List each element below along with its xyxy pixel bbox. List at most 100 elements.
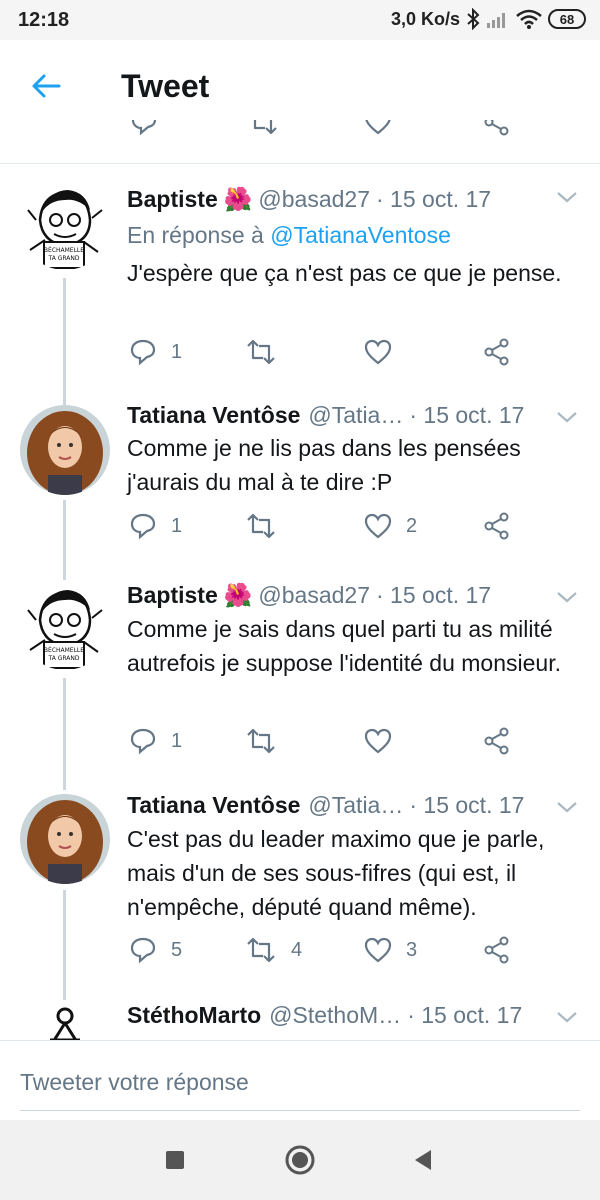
like-button[interactable] xyxy=(364,338,406,366)
caret-down-icon[interactable] xyxy=(556,590,578,604)
tweet[interactable]: Tatiana Ventôse @Tatia… · 15 oct. 17 C'e… xyxy=(0,790,600,1000)
avatar[interactable]: BÉCHAMELLE TA GRAND xyxy=(20,180,110,270)
author-handle[interactable]: @Tatia… xyxy=(308,402,403,429)
avatar[interactable] xyxy=(20,405,110,495)
reply-icon xyxy=(130,339,156,366)
wifi-icon xyxy=(516,9,542,29)
like-button[interactable]: 2 xyxy=(364,512,417,540)
svg-text:BÉCHAMELLE: BÉCHAMELLE xyxy=(44,646,84,654)
recents-button[interactable] xyxy=(157,1142,193,1178)
tweet-text: Comme je ne lis pas dans les pensées j'a… xyxy=(127,435,521,495)
share-icon xyxy=(484,936,509,964)
share-icon[interactable] xyxy=(483,120,511,136)
author-handle[interactable]: @StethoM… xyxy=(269,1002,401,1029)
retweet-button[interactable]: 4 xyxy=(245,936,302,964)
avatar[interactable] xyxy=(20,794,110,884)
retweet-button[interactable] xyxy=(245,727,291,755)
retweet-button[interactable] xyxy=(245,512,291,540)
author-name[interactable]: StéthoMarto xyxy=(127,1002,261,1029)
tweet-text: C'est pas du leader maximo que je parle,… xyxy=(127,826,545,920)
flower-emoji: 🌺 xyxy=(223,582,253,608)
like-button[interactable] xyxy=(364,727,406,755)
share-button[interactable] xyxy=(483,936,511,964)
thread-line xyxy=(63,678,66,790)
like-icon xyxy=(364,728,392,754)
author-name[interactable]: Baptiste xyxy=(127,582,218,609)
share-button[interactable] xyxy=(483,512,511,540)
reply-handle-link[interactable]: @TatianaVentose xyxy=(270,222,451,248)
reply-count: 1 xyxy=(171,340,183,363)
reply-icon xyxy=(130,728,156,755)
author-name[interactable]: Baptiste xyxy=(127,186,218,213)
author-handle[interactable]: @basad27 xyxy=(258,186,370,213)
caret-down-icon[interactable] xyxy=(556,410,578,424)
share-icon xyxy=(484,727,509,755)
page-title: Tweet xyxy=(121,68,210,104)
reply-icon xyxy=(130,937,156,964)
share-button[interactable] xyxy=(483,338,511,366)
like-count: 3 xyxy=(406,938,418,961)
system-nav-bar xyxy=(0,1120,600,1200)
author-handle[interactable]: @basad27 xyxy=(258,582,370,609)
tweet-actions: 1 xyxy=(127,338,520,368)
reply-icon xyxy=(130,513,156,540)
tweet-date: · 15 oct. 17 xyxy=(407,1002,523,1028)
retweet-button[interactable] xyxy=(245,338,291,366)
reply-button[interactable]: 1 xyxy=(129,338,182,366)
back-nav-button[interactable] xyxy=(405,1142,441,1178)
like-button[interactable]: 3 xyxy=(364,936,417,964)
retweet-icon xyxy=(247,513,275,539)
reply-count: 1 xyxy=(171,514,183,537)
network-speed: 3,0 Ko/s xyxy=(390,8,460,29)
retweet-count: 4 xyxy=(291,938,303,961)
status-time: 12:18 xyxy=(18,9,70,31)
triangle-back-icon xyxy=(415,1150,431,1170)
tweet[interactable]: StéthoMarto @StethoM… · 15 oct. 17 Quest… xyxy=(0,1000,600,1040)
reply-count: 5 xyxy=(171,938,183,961)
author-name[interactable]: Tatiana Ventôse xyxy=(127,792,300,819)
author-handle[interactable]: @Tatia… xyxy=(308,792,403,819)
reply-input[interactable]: Tweeter votre réponse xyxy=(20,1063,580,1111)
tweet-header: Tatiana Ventôse @Tatia… · 15 oct. 17 xyxy=(127,792,580,819)
signal-icon xyxy=(487,13,505,28)
bluetooth-icon xyxy=(467,8,480,30)
caret-down-icon[interactable] xyxy=(556,1010,578,1024)
tweet-text: Comme je sais dans quel parti tu as mili… xyxy=(127,616,561,676)
retweet-icon xyxy=(247,728,275,754)
home-button[interactable] xyxy=(282,1142,318,1178)
status-icons: 3,0 Ko/s 68 xyxy=(391,8,586,30)
retweet-icon[interactable] xyxy=(247,120,279,136)
retweet-icon xyxy=(247,937,275,963)
tweet[interactable]: Tatiana Ventôse @Tatia… · 15 oct. 17 Com… xyxy=(0,400,600,580)
thread-line xyxy=(63,500,66,580)
tweet-actions: 1 2 xyxy=(127,512,520,542)
tweet[interactable]: BÉCHAMELLE TA GRAND Baptiste 🌺 @basad27 … xyxy=(0,580,600,790)
share-icon xyxy=(484,338,509,366)
tweet-header: Tatiana Ventôse @Tatia… · 15 oct. 17 xyxy=(127,402,580,429)
like-icon[interactable] xyxy=(364,120,392,136)
tweet-text: J'espère que ça n'est pas ce que je pens… xyxy=(127,260,562,286)
tweet-date: · 15 oct. 17 xyxy=(409,792,525,818)
back-arrow-icon xyxy=(32,74,61,98)
reply-button[interactable]: 5 xyxy=(129,936,182,964)
battery-icon: 68 xyxy=(548,9,586,29)
reply-button[interactable]: 1 xyxy=(129,512,182,540)
svg-text:TA GRAND: TA GRAND xyxy=(48,255,80,262)
avatar[interactable] xyxy=(20,1000,110,1040)
reply-count: 1 xyxy=(171,729,183,752)
caret-down-icon[interactable] xyxy=(556,800,578,814)
status-bar: 12:18 3,0 Ko/s 68 xyxy=(0,0,600,40)
reply-button[interactable]: 1 xyxy=(129,727,182,755)
author-name[interactable]: Tatiana Ventôse xyxy=(127,402,300,429)
reply-icon[interactable] xyxy=(130,120,158,136)
share-icon xyxy=(484,512,509,540)
tweet-header: Baptiste 🌺 @basad27 · 15 oct. 17 xyxy=(127,582,580,609)
caret-down-icon[interactable] xyxy=(556,190,578,204)
share-button[interactable] xyxy=(483,727,511,755)
like-icon xyxy=(364,937,392,963)
back-button[interactable] xyxy=(22,62,70,110)
like-icon xyxy=(364,339,392,365)
tweet-date: · 15 oct. 17 xyxy=(376,582,492,608)
tweet[interactable]: BÉCHAMELLE TA GRAND Baptiste 🌺 @basad27 … xyxy=(0,180,600,400)
avatar[interactable]: BÉCHAMELLE TA GRAND xyxy=(20,580,110,670)
